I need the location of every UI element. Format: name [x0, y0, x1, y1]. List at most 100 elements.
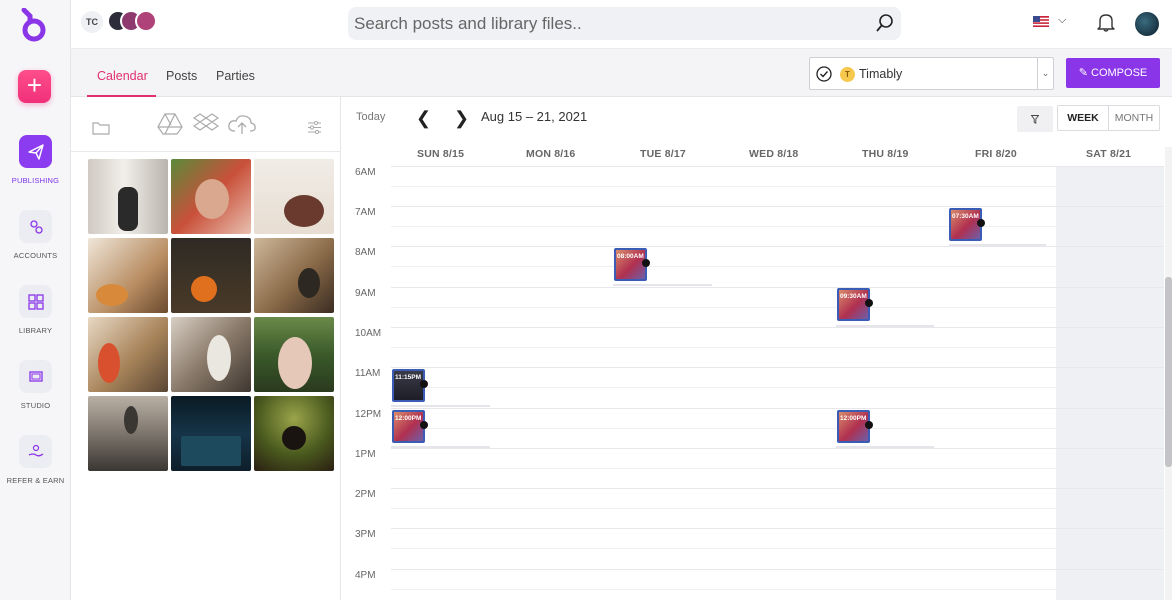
- day-header: SUN 8/15: [417, 148, 465, 160]
- status-dot: [865, 421, 873, 429]
- search-bar: [348, 7, 901, 40]
- media-thumbnail[interactable]: [254, 238, 334, 313]
- tab-parties[interactable]: Parties: [216, 69, 255, 83]
- media-thumbnail[interactable]: [88, 396, 168, 471]
- status-dot: [977, 219, 985, 227]
- tab-posts[interactable]: Posts: [166, 69, 197, 83]
- post-time: 11:15PM: [395, 374, 422, 381]
- user-avatar[interactable]: [1135, 12, 1159, 36]
- grid-icon: [19, 285, 52, 318]
- chevron-down-icon[interactable]: ⌵: [1058, 14, 1066, 27]
- media-thumbnail[interactable]: [254, 159, 334, 234]
- month-view-button[interactable]: MONTH: [1109, 106, 1159, 130]
- sub-bar: Calendar Posts Parties T Timably ⌄ ✎ COM…: [71, 49, 1172, 97]
- media-thumbnail[interactable]: [254, 317, 334, 392]
- rail-item-library[interactable]: LIBRARY: [0, 285, 71, 335]
- post-time: 07:30AM: [952, 213, 979, 220]
- media-thumbnail[interactable]: [254, 396, 334, 471]
- day-header: SAT 8/21: [1086, 148, 1132, 160]
- status-dot: [865, 299, 873, 307]
- rail-item-studio[interactable]: STUDIO: [0, 360, 71, 410]
- hour-row[interactable]: 4PM: [346, 569, 1164, 600]
- hour-row[interactable]: 8AM: [346, 246, 1164, 286]
- app-logo[interactable]: [20, 8, 48, 42]
- us-flag-icon[interactable]: [1033, 16, 1049, 27]
- filter-button[interactable]: [1017, 106, 1053, 132]
- scheduled-post[interactable]: 12:00PM: [392, 410, 428, 443]
- filter-icon: [1031, 115, 1039, 124]
- media-grid: [88, 159, 336, 471]
- notification-bell-icon[interactable]: [1097, 12, 1115, 32]
- chevron-right-icon[interactable]: ❯: [454, 108, 469, 129]
- media-thumbnail[interactable]: [171, 238, 251, 313]
- hour-row[interactable]: 2PM: [346, 488, 1164, 528]
- hour-label: 6AM: [355, 167, 376, 178]
- media-thumbnail[interactable]: [88, 317, 168, 392]
- search-input[interactable]: [354, 13, 854, 35]
- library-panel: [71, 97, 341, 600]
- week-view-button[interactable]: WEEK: [1058, 106, 1109, 130]
- date-range: Aug 15 – 21, 2021: [481, 109, 588, 124]
- rail-item-accounts[interactable]: ACCOUNTS: [0, 210, 71, 260]
- studio-icon: [19, 360, 52, 393]
- hour-label: 1PM: [355, 449, 376, 460]
- google-drive-icon[interactable]: [157, 113, 183, 135]
- account-selector[interactable]: T Timably ⌄: [809, 57, 1054, 90]
- filter-sliders-icon[interactable]: [307, 121, 322, 134]
- media-thumbnail[interactable]: [88, 238, 168, 313]
- scheduled-post[interactable]: 08:00AM: [614, 248, 650, 281]
- status-dot: [420, 421, 428, 429]
- today-button[interactable]: Today: [356, 111, 385, 123]
- cloud-upload-icon[interactable]: [227, 113, 257, 135]
- view-toggle: WEEK MONTH: [1057, 105, 1160, 131]
- hour-row[interactable]: 1PM: [346, 448, 1164, 488]
- team-badge[interactable]: TC: [81, 11, 103, 33]
- hand-coin-icon: [19, 435, 52, 468]
- day-headers: SUN 8/15 MON 8/16 TUE 8/17 WED 8/18 THU …: [341, 146, 1172, 162]
- left-rail: + PUBLISHING ACCOUNTS LIBRARY STUDIO REF…: [0, 0, 71, 600]
- send-icon: [19, 135, 52, 168]
- hour-label: 12PM: [355, 409, 382, 420]
- post-time: 09:30AM: [840, 293, 867, 300]
- hour-label: 3PM: [355, 529, 376, 540]
- account-initial-badge: T: [840, 67, 855, 82]
- hour-row[interactable]: 10AM: [346, 327, 1164, 367]
- rail-label-studio: STUDIO: [20, 401, 51, 410]
- media-thumbnail[interactable]: [171, 159, 251, 234]
- rail-label-publishing: PUBLISHING: [11, 176, 60, 185]
- chevron-down-icon[interactable]: ⌄: [1037, 58, 1053, 89]
- status-dot: [642, 259, 650, 267]
- media-thumbnail[interactable]: [171, 396, 251, 471]
- day-header: TUE 8/17: [640, 148, 686, 160]
- search-icon[interactable]: [875, 13, 895, 33]
- compose-button[interactable]: ✎ COMPOSE: [1066, 58, 1160, 88]
- rail-item-refer-earn[interactable]: REFER & EARN: [0, 435, 71, 485]
- hour-row[interactable]: 6AM: [346, 166, 1164, 206]
- tab-calendar[interactable]: Calendar: [97, 69, 148, 83]
- scheduled-post[interactable]: 11:15PM: [392, 369, 428, 402]
- rail-label-refer-earn: REFER & EARN: [6, 476, 65, 485]
- scrollbar-thumb[interactable]: [1165, 277, 1172, 467]
- scheduled-post[interactable]: 09:30AM: [837, 288, 873, 321]
- calendar-scrollbar[interactable]: [1165, 147, 1172, 600]
- create-button[interactable]: +: [18, 70, 51, 103]
- hour-label: 7AM: [355, 207, 376, 218]
- folder-icon[interactable]: [92, 121, 110, 135]
- rail-item-publishing[interactable]: PUBLISHING: [0, 135, 71, 185]
- hour-label: 8AM: [355, 247, 376, 258]
- rail-label-library: LIBRARY: [18, 326, 53, 335]
- scheduled-post[interactable]: 07:30AM: [949, 208, 985, 241]
- hour-row[interactable]: 3PM: [346, 528, 1164, 568]
- chevron-left-icon[interactable]: ❮: [416, 108, 431, 129]
- hour-row[interactable]: 9AM: [346, 287, 1164, 327]
- top-bar: TC ⌵: [71, 0, 1172, 49]
- library-toolbar: [71, 97, 341, 152]
- media-thumbnail[interactable]: [171, 317, 251, 392]
- avatar[interactable]: [135, 10, 157, 32]
- post-time: 08:00AM: [617, 253, 644, 260]
- media-thumbnail[interactable]: [88, 159, 168, 234]
- hour-label: 2PM: [355, 489, 376, 500]
- dropbox-icon[interactable]: [193, 113, 219, 135]
- scheduled-post[interactable]: 12:00PM: [837, 410, 873, 443]
- check-circle-icon: [816, 66, 832, 82]
